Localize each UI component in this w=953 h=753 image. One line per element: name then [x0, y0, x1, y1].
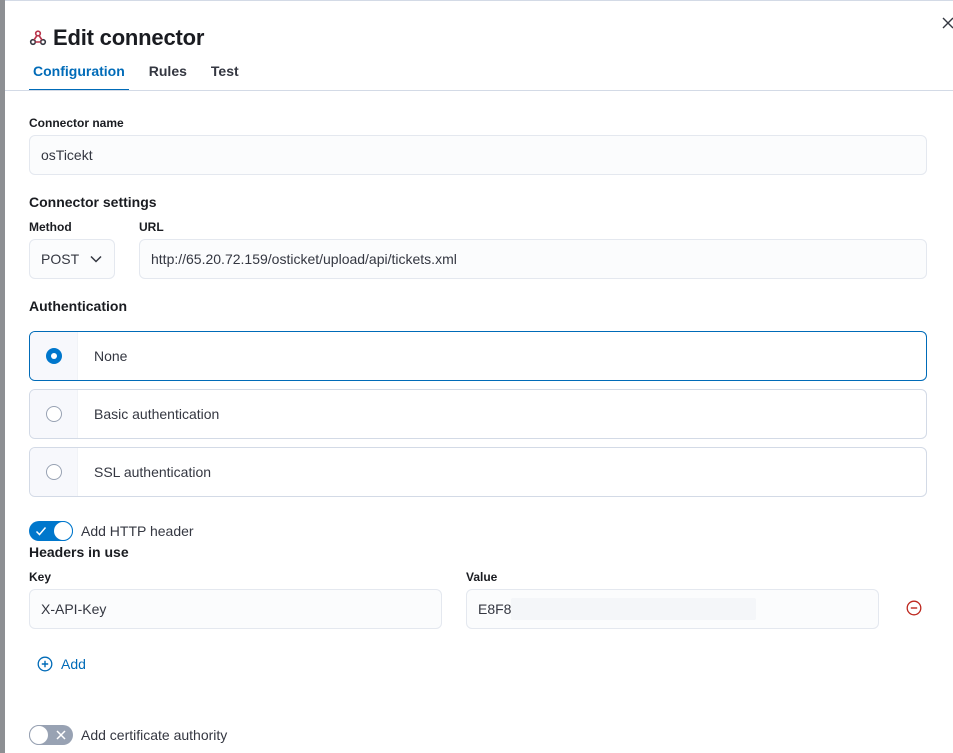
add-header-label: Add	[61, 656, 86, 672]
radio-cell	[30, 332, 78, 380]
url-input[interactable]: http://65.20.72.159/osticket/upload/api/…	[139, 239, 927, 279]
header-value-label: Value	[466, 570, 498, 584]
http-header-toggle[interactable]	[29, 521, 73, 541]
connector-name-input[interactable]: osTicekt	[29, 135, 927, 175]
connector-settings-title: Connector settings	[29, 194, 157, 210]
cross-icon	[56, 730, 66, 740]
url-label: URL	[139, 220, 164, 234]
auth-option-none[interactable]: None	[29, 331, 927, 381]
radio-cell	[30, 390, 78, 438]
headers-in-use-title: Headers in use	[29, 544, 129, 560]
http-header-toggle-label: Add HTTP header	[81, 523, 194, 539]
connector-name-label: Connector name	[29, 116, 124, 130]
check-icon	[35, 527, 47, 536]
toggle-knob	[29, 725, 49, 745]
tab-rules[interactable]: Rules	[145, 59, 191, 91]
tab-configuration[interactable]: Configuration	[29, 59, 129, 91]
radio-basic[interactable]	[45, 406, 62, 422]
auth-option-ssl[interactable]: SSL authentication	[29, 447, 927, 497]
authentication-title: Authentication	[29, 298, 127, 314]
tab-test[interactable]: Test	[207, 59, 243, 91]
toggle-knob	[53, 521, 73, 541]
method-value: POST	[41, 251, 80, 267]
edit-connector-flyout: Edit connector Configuration Rules Test …	[5, 1, 953, 753]
flyout-title: Edit connector	[53, 25, 205, 50]
chevron-down-icon	[90, 255, 102, 263]
close-icon	[942, 17, 953, 29]
certificate-authority-toggle[interactable]	[29, 725, 73, 745]
certificate-authority-label: Add certificate authority	[81, 727, 228, 743]
add-header-button[interactable]: Add	[37, 656, 86, 672]
radio-cell	[30, 448, 78, 496]
flyout-header: Edit connector	[29, 25, 204, 51]
flyout-tabs: Configuration Rules Test	[29, 59, 259, 91]
plus-circle-icon	[37, 656, 53, 672]
auth-option-label: SSL authentication	[94, 464, 212, 480]
method-select[interactable]: POST	[29, 239, 115, 279]
header-key-label: Key	[29, 570, 52, 584]
remove-header-button[interactable]	[904, 598, 924, 618]
tabs-divider	[5, 90, 953, 91]
auth-option-label: Basic authentication	[94, 406, 220, 422]
auth-option-basic[interactable]: Basic authentication	[29, 389, 927, 439]
method-label: Method	[29, 220, 72, 234]
close-button[interactable]	[938, 13, 953, 33]
minus-circle-icon	[906, 600, 922, 616]
header-value-text: E8F8	[478, 601, 512, 617]
webhook-icon	[29, 30, 47, 46]
radio-ssl[interactable]	[45, 464, 62, 480]
header-key-input[interactable]: X-API-Key	[29, 589, 442, 629]
radio-none[interactable]	[45, 348, 62, 364]
redacted-value	[511, 598, 756, 620]
auth-option-label: None	[94, 348, 128, 364]
